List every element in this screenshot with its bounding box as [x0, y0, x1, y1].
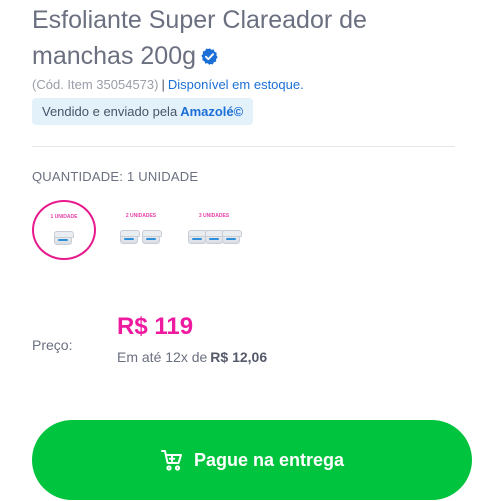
price-label: Preço:: [32, 337, 73, 353]
installment-prefix: Em até 12x de: [117, 349, 208, 365]
quantity-selected-value: 1 UNIDADE: [127, 169, 199, 184]
pay-on-delivery-button[interactable]: Pague na entrega: [32, 420, 472, 500]
installment-info: Em até 12x de R$ 12,06: [117, 349, 267, 365]
seller-prefix: Vendido e enviado pela: [42, 104, 178, 119]
quantity-option-1[interactable]: 1 UNIDADE: [32, 200, 96, 260]
section-divider: [32, 146, 455, 147]
cart-icon: [160, 450, 182, 471]
installment-amount: R$ 12,06: [210, 349, 268, 365]
verified-badge-icon: [201, 48, 218, 65]
seller-name[interactable]: Amazolé©: [180, 104, 243, 119]
product-jar-image: [222, 230, 242, 244]
seller-badge: Vendido e enviado pela Amazolé©: [32, 98, 254, 125]
product-jar-image: [205, 230, 225, 244]
quantity-option-3[interactable]: 3 UNIDADES: [186, 207, 242, 252]
product-jar-image: [54, 231, 74, 245]
quantity-option-label: 3 UNIDADES: [198, 213, 230, 219]
product-jar-image: [120, 230, 140, 244]
quantity-option-label: 2 UNIDADES: [125, 213, 157, 219]
product-title: Esfoliante Super Clareador de manchas 20…: [32, 2, 452, 74]
quantity-label: QUANTIDADE: 1 UNIDADE: [32, 169, 198, 184]
price-value: R$ 119: [117, 313, 194, 340]
quantity-option-2[interactable]: 2 UNIDADES: [116, 207, 166, 252]
item-code: (Cód. Item 35054573): [32, 77, 159, 92]
product-meta: (Cód. Item 35054573) | Disponível em estoq…: [32, 77, 304, 92]
product-jar-image: [188, 230, 208, 244]
quantity-label-text: QUANTIDADE:: [32, 169, 124, 184]
meta-separator: |: [161, 77, 165, 92]
pay-on-delivery-label: Pague na entrega: [193, 449, 345, 470]
quantity-option-label: 1 UNIDADE: [50, 214, 78, 220]
product-jar-image: [142, 230, 162, 244]
stock-status: Disponível em estoque.: [167, 77, 304, 92]
